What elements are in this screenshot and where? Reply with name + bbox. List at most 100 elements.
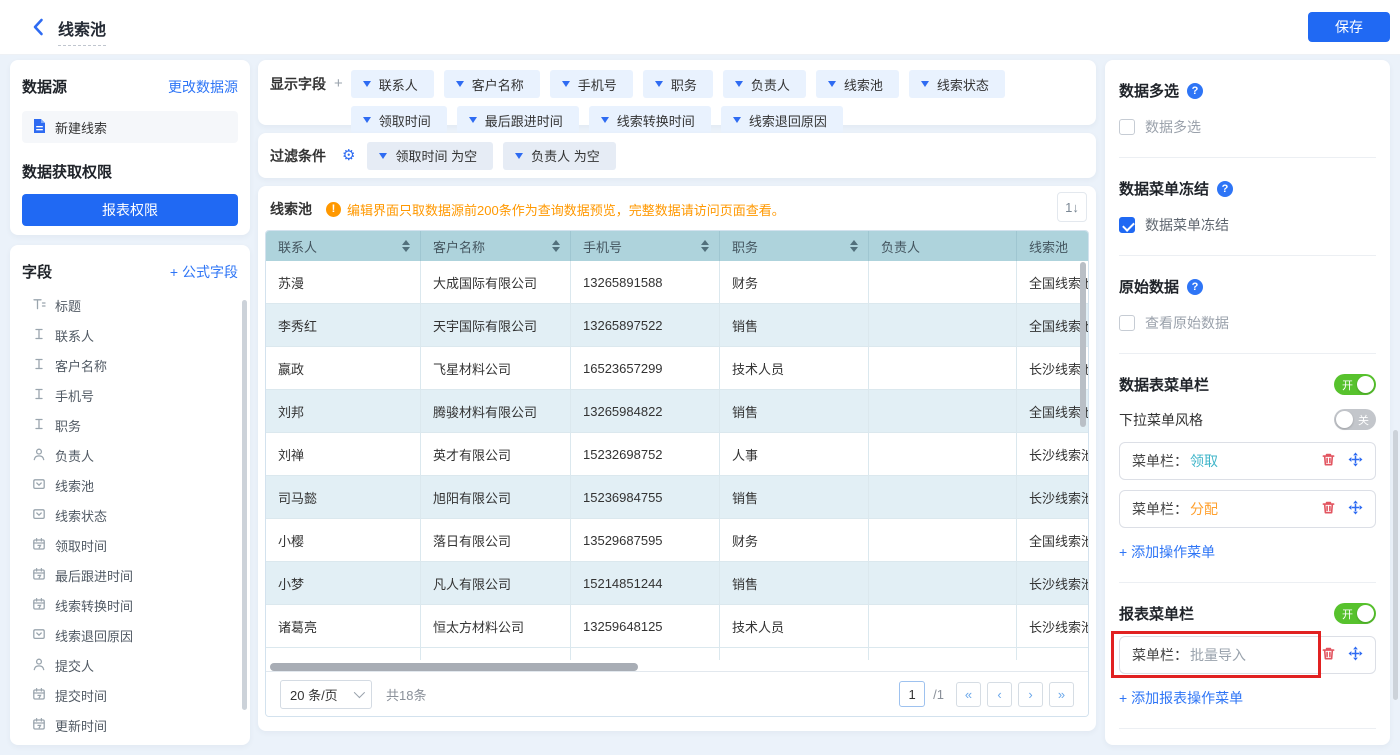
- display-field-chip[interactable]: 线索池: [816, 70, 899, 98]
- checkbox[interactable]: [1119, 315, 1135, 331]
- table-row[interactable]: 小梦凡人有限公司15214851244销售长沙线索池: [266, 562, 1088, 605]
- field-item-label: 客户名称: [55, 356, 107, 375]
- table-row[interactable]: 苏漫大成国际有限公司13265891588财务全国线索池: [266, 261, 1088, 304]
- field-item[interactable]: 领取时间: [22, 530, 238, 560]
- display-field-chip[interactable]: 客户名称: [444, 70, 540, 98]
- table-row[interactable]: 李秀红天宇国际有限公司13265897522销售全国线索池: [266, 304, 1088, 347]
- page-size-select[interactable]: 20 条/页: [280, 680, 372, 709]
- next-page-button[interactable]: ›: [1018, 682, 1043, 707]
- horizontal-scrollbar-thumb[interactable]: [270, 663, 638, 671]
- chip-label: 联系人: [379, 75, 418, 94]
- sort-order-button[interactable]: 1↓: [1057, 192, 1087, 222]
- sort-carets-icon[interactable]: [701, 240, 709, 252]
- prev-page-button[interactable]: ‹: [987, 682, 1012, 707]
- table-menu-toggle[interactable]: 开: [1334, 374, 1376, 395]
- column-header[interactable]: 线索池: [1017, 231, 1088, 261]
- field-item[interactable]: 线索状态: [22, 500, 238, 530]
- field-item[interactable]: 最后跟进时间: [22, 560, 238, 590]
- field-item[interactable]: 线索池: [22, 470, 238, 500]
- table-row[interactable]: 嬴政飞星材料公司16523657299技术人员长沙线索池: [266, 347, 1088, 390]
- display-field-chip[interactable]: 职务: [643, 70, 713, 98]
- first-page-button[interactable]: «: [956, 682, 981, 707]
- display-field-chip[interactable]: 领取时间: [351, 106, 447, 134]
- table-row[interactable]: 司马懿旭阳有限公司15236984755销售长沙线索池: [266, 476, 1088, 519]
- change-datasource-link[interactable]: 更改数据源: [168, 77, 238, 97]
- fields-scrollbar[interactable]: [242, 300, 247, 710]
- move-icon[interactable]: [1348, 500, 1363, 518]
- trash-icon[interactable]: [1321, 500, 1336, 518]
- table-row[interactable]: 刘邦腾骏材料有限公司13265984822销售全国线索池: [266, 390, 1088, 433]
- add-formula-field-link[interactable]: + 公式字段: [170, 262, 238, 282]
- add-display-field-button[interactable]: +: [334, 70, 343, 115]
- field-item[interactable]: 标题: [22, 290, 238, 320]
- field-item[interactable]: 客户名称: [22, 350, 238, 380]
- move-icon[interactable]: [1348, 452, 1363, 470]
- column-header[interactable]: 负责人: [869, 231, 1017, 261]
- dropdown-style-toggle[interactable]: 关: [1334, 409, 1376, 430]
- menu-bar-item[interactable]: 菜单栏：分配: [1119, 490, 1376, 528]
- trash-icon[interactable]: [1321, 452, 1336, 470]
- filter-chip[interactable]: 负责人 为空: [503, 142, 616, 170]
- checkbox[interactable]: [1119, 119, 1135, 135]
- column-header[interactable]: 联系人: [266, 231, 421, 261]
- column-header-label: 客户名称: [433, 237, 485, 256]
- column-header[interactable]: 职务: [720, 231, 869, 261]
- filter-chip[interactable]: 领取时间 为空: [367, 142, 493, 170]
- gear-icon[interactable]: ⚙: [342, 142, 355, 169]
- menu-freeze-checkbox-row[interactable]: 数据菜单冻结: [1119, 215, 1376, 235]
- column-header[interactable]: 客户名称: [421, 231, 571, 261]
- sort-carets-icon[interactable]: [402, 240, 410, 252]
- table-row[interactable]: 刘禅英才有限公司15232698752人事长沙线索池: [266, 433, 1088, 476]
- field-item[interactable]: 更新时间: [22, 710, 238, 740]
- menu-bar-item[interactable]: 菜单栏：批量导入: [1119, 636, 1376, 674]
- field-item[interactable]: 手机号: [22, 380, 238, 410]
- back-icon[interactable]: [28, 16, 50, 38]
- last-page-button[interactable]: »: [1049, 682, 1074, 707]
- menu-bar-item[interactable]: 菜单栏：领取: [1119, 442, 1376, 480]
- toggle-on-label: 开: [1342, 377, 1353, 393]
- page-scrollbar[interactable]: [1393, 430, 1398, 700]
- add-action-menu-link[interactable]: + 添加操作菜单: [1119, 542, 1376, 562]
- table-cell: [869, 433, 1017, 476]
- add-report-action-menu-link[interactable]: + 添加报表操作菜单: [1119, 688, 1376, 708]
- display-field-chip[interactable]: 线索状态: [909, 70, 1005, 98]
- save-button[interactable]: 保存: [1308, 12, 1390, 42]
- display-field-chip[interactable]: 负责人: [723, 70, 806, 98]
- field-item[interactable]: 线索转换时间: [22, 590, 238, 620]
- display-field-chip[interactable]: 线索转换时间: [589, 106, 711, 134]
- display-field-chip[interactable]: 联系人: [351, 70, 434, 98]
- help-icon[interactable]: [1187, 279, 1203, 295]
- table-cell: 李秀红: [266, 304, 421, 347]
- column-header[interactable]: 手机号: [571, 231, 720, 261]
- multi-select-checkbox-row[interactable]: 数据多选: [1119, 117, 1376, 137]
- raw-data-checkbox-row[interactable]: 查看原始数据: [1119, 313, 1376, 333]
- field-item-label: 职务: [55, 416, 81, 435]
- report-menu-toggle[interactable]: 开: [1334, 603, 1376, 624]
- field-item[interactable]: 线索退回原因: [22, 620, 238, 650]
- field-item[interactable]: 负责人: [22, 440, 238, 470]
- document-icon: [32, 118, 47, 137]
- sort-carets-icon[interactable]: [552, 240, 560, 252]
- move-icon[interactable]: [1348, 646, 1363, 664]
- field-item[interactable]: 提交时间: [22, 680, 238, 710]
- display-field-chip[interactable]: 线索退回原因: [721, 106, 843, 134]
- help-icon[interactable]: [1187, 83, 1203, 99]
- current-page-input[interactable]: 1: [899, 681, 925, 707]
- chip-label: 领取时间: [379, 111, 431, 130]
- help-icon[interactable]: [1217, 181, 1233, 197]
- report-permission-button[interactable]: 报表权限: [22, 194, 238, 226]
- trash-icon[interactable]: [1321, 646, 1336, 664]
- table-cell: [869, 347, 1017, 390]
- table-row[interactable]: 诸葛亮恒太方材料公司13259648125技术人员长沙线索池: [266, 605, 1088, 648]
- checkbox[interactable]: [1119, 217, 1135, 233]
- divider: [1119, 728, 1376, 729]
- field-item[interactable]: 职务: [22, 410, 238, 440]
- field-item[interactable]: 联系人: [22, 320, 238, 350]
- table-row[interactable]: 小樱落日有限公司13529687595财务全国线索池: [266, 519, 1088, 562]
- field-item[interactable]: 提交人: [22, 650, 238, 680]
- vertical-scrollbar-thumb[interactable]: [1080, 262, 1086, 427]
- display-field-chip[interactable]: 最后跟进时间: [457, 106, 579, 134]
- display-field-chip[interactable]: 手机号: [550, 70, 633, 98]
- sort-carets-icon[interactable]: [850, 240, 858, 252]
- datasource-item[interactable]: 新建线索: [22, 111, 238, 143]
